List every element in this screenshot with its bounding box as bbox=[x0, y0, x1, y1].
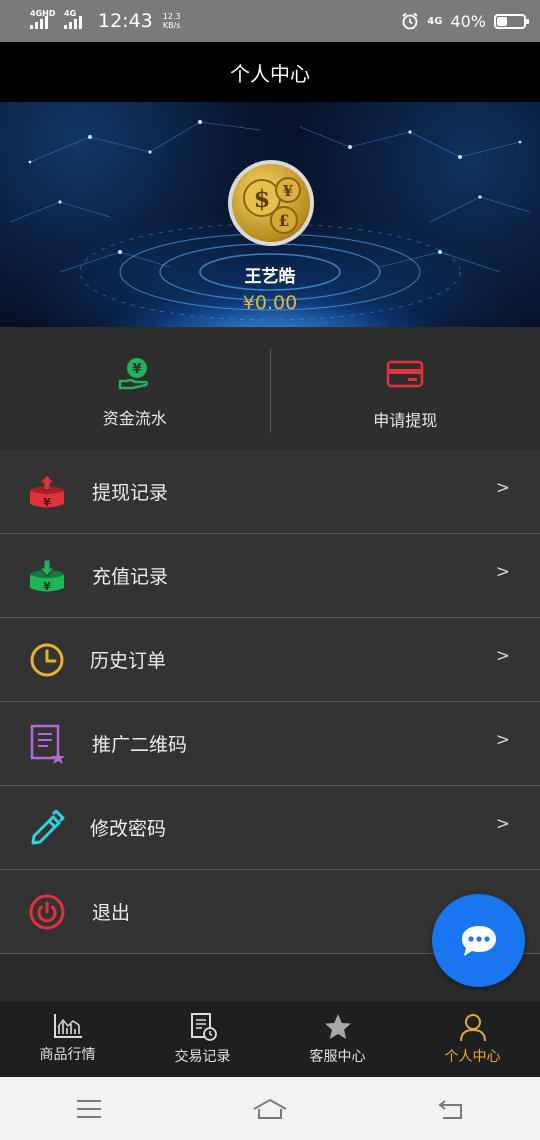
chat-bubble-icon bbox=[461, 925, 496, 956]
menu-label: 历史订单 bbox=[90, 650, 167, 672]
menu-item-change-password[interactable]: 修改密码 > bbox=[0, 786, 540, 870]
user-icon bbox=[459, 1014, 486, 1042]
menu-label: 修改密码 bbox=[90, 818, 167, 840]
status-right: 4G 40% bbox=[401, 11, 529, 31]
svg-text:£: £ bbox=[278, 211, 289, 230]
speed-value: 12.3 bbox=[162, 12, 181, 21]
pencil-icon bbox=[28, 809, 66, 847]
power-icon bbox=[28, 893, 66, 931]
chart-icon bbox=[53, 1014, 82, 1038]
battery-text: 40% bbox=[450, 11, 486, 31]
status-bar: 4GHD 4G 12:43 12.3 KB/s 4G 40% bbox=[0, 0, 540, 42]
tab-market[interactable]: 商品行情 bbox=[0, 1002, 135, 1077]
star-icon bbox=[324, 1014, 351, 1039]
record-clock-icon bbox=[190, 1013, 217, 1041]
back-icon[interactable] bbox=[437, 1098, 465, 1120]
home-icon[interactable] bbox=[252, 1097, 288, 1121]
quick-action-label: 资金流水 bbox=[102, 409, 167, 428]
coins-avatar-icon: $ ¥ £ bbox=[243, 177, 301, 234]
page-title: 个人中心 bbox=[230, 61, 310, 86]
quick-actions: ¥ 资金流水 申请提现 bbox=[0, 327, 540, 447]
sim1-network-label: 4GHD bbox=[30, 9, 56, 18]
tab-customer-service[interactable]: 客服中心 bbox=[270, 1002, 405, 1077]
clock-icon bbox=[28, 641, 66, 679]
menu-label: 提现记录 bbox=[92, 482, 169, 504]
menu-list: ¥ 提现记录 > ¥ 充值记录 > 历史订单 > 推广二维码 > 修改密码 > … bbox=[0, 450, 540, 954]
network-speed: 12.3 KB/s bbox=[163, 12, 181, 30]
system-nav-bar bbox=[0, 1077, 540, 1140]
menu-label: 推广二维码 bbox=[92, 734, 188, 756]
chat-fab-button[interactable] bbox=[432, 894, 525, 987]
bottom-tab-bar: 商品行情 交易记录 客服中心 个人中心 bbox=[0, 1002, 540, 1077]
tab-label: 商品行情 bbox=[39, 1047, 96, 1063]
money-flow-icon: ¥ bbox=[118, 358, 148, 390]
account-balance: ¥0.00 bbox=[242, 292, 298, 314]
menu-item-recharge-record[interactable]: ¥ 充值记录 > bbox=[0, 534, 540, 618]
username: 王艺皓 bbox=[244, 267, 296, 287]
alarm-icon bbox=[402, 12, 418, 30]
tab-profile[interactable]: 个人中心 bbox=[405, 1002, 540, 1077]
chevron-right-icon: > bbox=[495, 646, 510, 666]
signal-group: 4GHD 4G 12:43 12.3 KB/s bbox=[30, 10, 181, 32]
profile-banner: $ ¥ £ 王艺皓 ¥0.00 bbox=[0, 102, 540, 327]
menu-item-history-orders[interactable]: 历史订单 > bbox=[0, 618, 540, 702]
sim2-signal-icon: 4G bbox=[64, 9, 86, 29]
quick-action-withdraw[interactable]: 申请提现 bbox=[271, 327, 540, 447]
sim1-signal-icon: 4GHD bbox=[30, 9, 56, 29]
menu-item-promo-qrcode[interactable]: 推广二维码 > bbox=[0, 702, 540, 786]
chevron-right-icon: > bbox=[495, 730, 510, 750]
sim2-network-label: 4G bbox=[64, 9, 77, 18]
withdraw-record-icon: ¥ bbox=[28, 473, 66, 511]
tab-label: 交易记录 bbox=[174, 1049, 231, 1065]
avatar[interactable]: $ ¥ £ bbox=[228, 160, 314, 246]
svg-text:$: $ bbox=[254, 184, 271, 213]
clock-time: 12:43 bbox=[98, 10, 153, 32]
volte-label: 4G bbox=[427, 15, 443, 27]
qr-document-icon bbox=[28, 724, 66, 764]
svg-text:¥: ¥ bbox=[43, 580, 51, 593]
title-bar: 个人中心 bbox=[0, 42, 540, 102]
svg-text:¥: ¥ bbox=[283, 182, 293, 200]
chevron-right-icon: > bbox=[495, 814, 510, 834]
svg-text:¥: ¥ bbox=[132, 362, 141, 377]
menu-icon[interactable] bbox=[75, 1098, 103, 1120]
quick-action-money-flow[interactable]: ¥ 资金流水 bbox=[0, 327, 270, 447]
battery-icon bbox=[494, 13, 529, 29]
tab-trade-records[interactable]: 交易记录 bbox=[135, 1002, 270, 1077]
quick-action-label: 申请提现 bbox=[373, 411, 438, 430]
svg-text:¥: ¥ bbox=[43, 496, 51, 509]
chevron-right-icon: > bbox=[495, 562, 510, 582]
battery-level bbox=[497, 16, 508, 26]
recharge-record-icon: ¥ bbox=[28, 557, 66, 595]
menu-label: 退出 bbox=[92, 902, 131, 924]
tab-label: 个人中心 bbox=[444, 1049, 501, 1065]
speed-unit: KB/s bbox=[162, 21, 181, 30]
menu-label: 充值记录 bbox=[92, 566, 169, 588]
card-icon bbox=[387, 360, 424, 388]
tab-label: 客服中心 bbox=[309, 1049, 366, 1065]
chevron-right-icon: > bbox=[495, 478, 510, 498]
menu-item-withdraw-record[interactable]: ¥ 提现记录 > bbox=[0, 450, 540, 534]
